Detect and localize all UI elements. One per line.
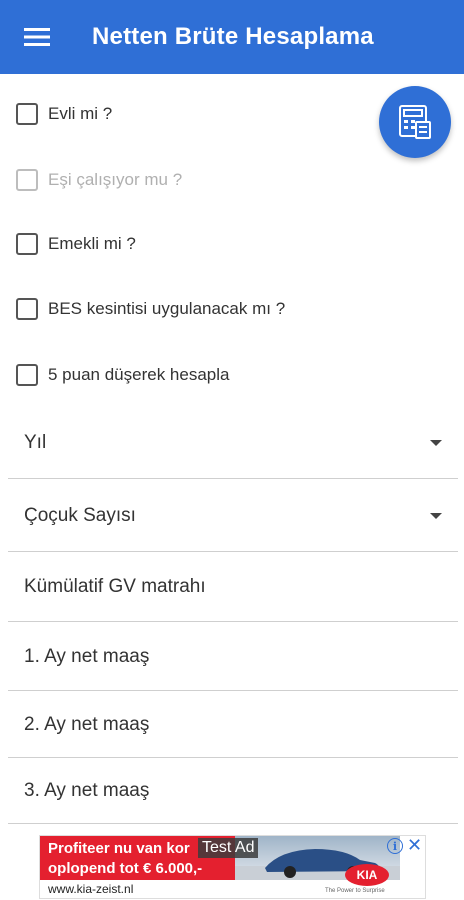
retired-checkbox[interactable] — [16, 233, 38, 255]
retired-label: Emekli mi ? — [48, 234, 136, 253]
month1-net-salary-input[interactable]: 1. Ay net maaş — [8, 623, 458, 691]
children-count-select[interactable]: Çoçuk Sayısı — [8, 480, 458, 552]
month3-net-salary-input[interactable]: 3. Ay net maaş — [8, 759, 458, 824]
cumulative-tax-base-placeholder: Kümülatif GV matrahı — [24, 576, 206, 597]
five-points-label: 5 puan düşerek hesapla — [48, 365, 230, 384]
married-checkbox[interactable] — [16, 103, 38, 125]
married-label: Evli mi ? — [48, 104, 113, 123]
dropdown-arrow-icon — [430, 512, 442, 519]
calculator-icon — [399, 105, 431, 139]
bes-label: BES kesintisi uygulanacak mı ? — [48, 299, 286, 318]
ad-tagline: The Power to Surprise — [325, 888, 385, 894]
test-ad-label: Test Ad — [198, 838, 259, 858]
children-count-placeholder: Çoçuk Sayısı — [24, 504, 136, 526]
calculate-fab-button[interactable] — [379, 86, 451, 158]
ad-close-icon[interactable]: ✕ — [407, 836, 422, 856]
month1-net-salary-placeholder: 1. Ay net maaş — [24, 645, 150, 667]
month2-net-salary-placeholder: 2. Ay net maaş — [24, 713, 150, 735]
menu-button[interactable] — [0, 0, 74, 74]
spouse-working-checkbox-row: Eşi çalışıyor mu ? — [16, 165, 182, 195]
five-points-checkbox-row[interactable]: 5 puan düşerek hesapla — [16, 360, 229, 390]
app-bar: Netten Brüte Hesaplama — [0, 0, 464, 74]
ad-subheadline: oplopend tot € 6.000,- — [48, 860, 203, 877]
ad-info-icon[interactable]: i — [387, 838, 403, 854]
dropdown-arrow-icon — [430, 440, 442, 446]
menu-icon — [24, 28, 50, 46]
month3-net-salary-placeholder: 3. Ay net maaş — [24, 780, 150, 801]
ad-banner[interactable]: Profiteer nu van kor oplopend tot € 6.00… — [39, 835, 426, 899]
married-checkbox-row[interactable]: Evli mi ? — [16, 99, 112, 129]
app-title: Netten Brüte Hesaplama — [92, 23, 374, 50]
month2-net-salary-input[interactable]: 2. Ay net maaş — [8, 692, 458, 758]
spouse-working-checkbox — [16, 169, 38, 191]
kia-logo: KIA — [345, 864, 389, 886]
five-points-checkbox[interactable] — [16, 364, 38, 386]
bes-checkbox[interactable] — [16, 298, 38, 320]
year-select-placeholder: Yıl — [24, 432, 47, 453]
ad-url: www.kia-zeist.nl — [48, 882, 134, 896]
ad-headline: Profiteer nu van kor — [48, 840, 190, 857]
spouse-working-label: Eşi çalışıyor mu ? — [48, 170, 183, 189]
cumulative-tax-base-input[interactable]: Kümülatif GV matrahı — [8, 553, 458, 622]
year-select[interactable]: Yıl — [8, 408, 458, 479]
bes-checkbox-row[interactable]: BES kesintisi uygulanacak mı ? — [16, 294, 285, 324]
retired-checkbox-row[interactable]: Emekli mi ? — [16, 229, 136, 259]
